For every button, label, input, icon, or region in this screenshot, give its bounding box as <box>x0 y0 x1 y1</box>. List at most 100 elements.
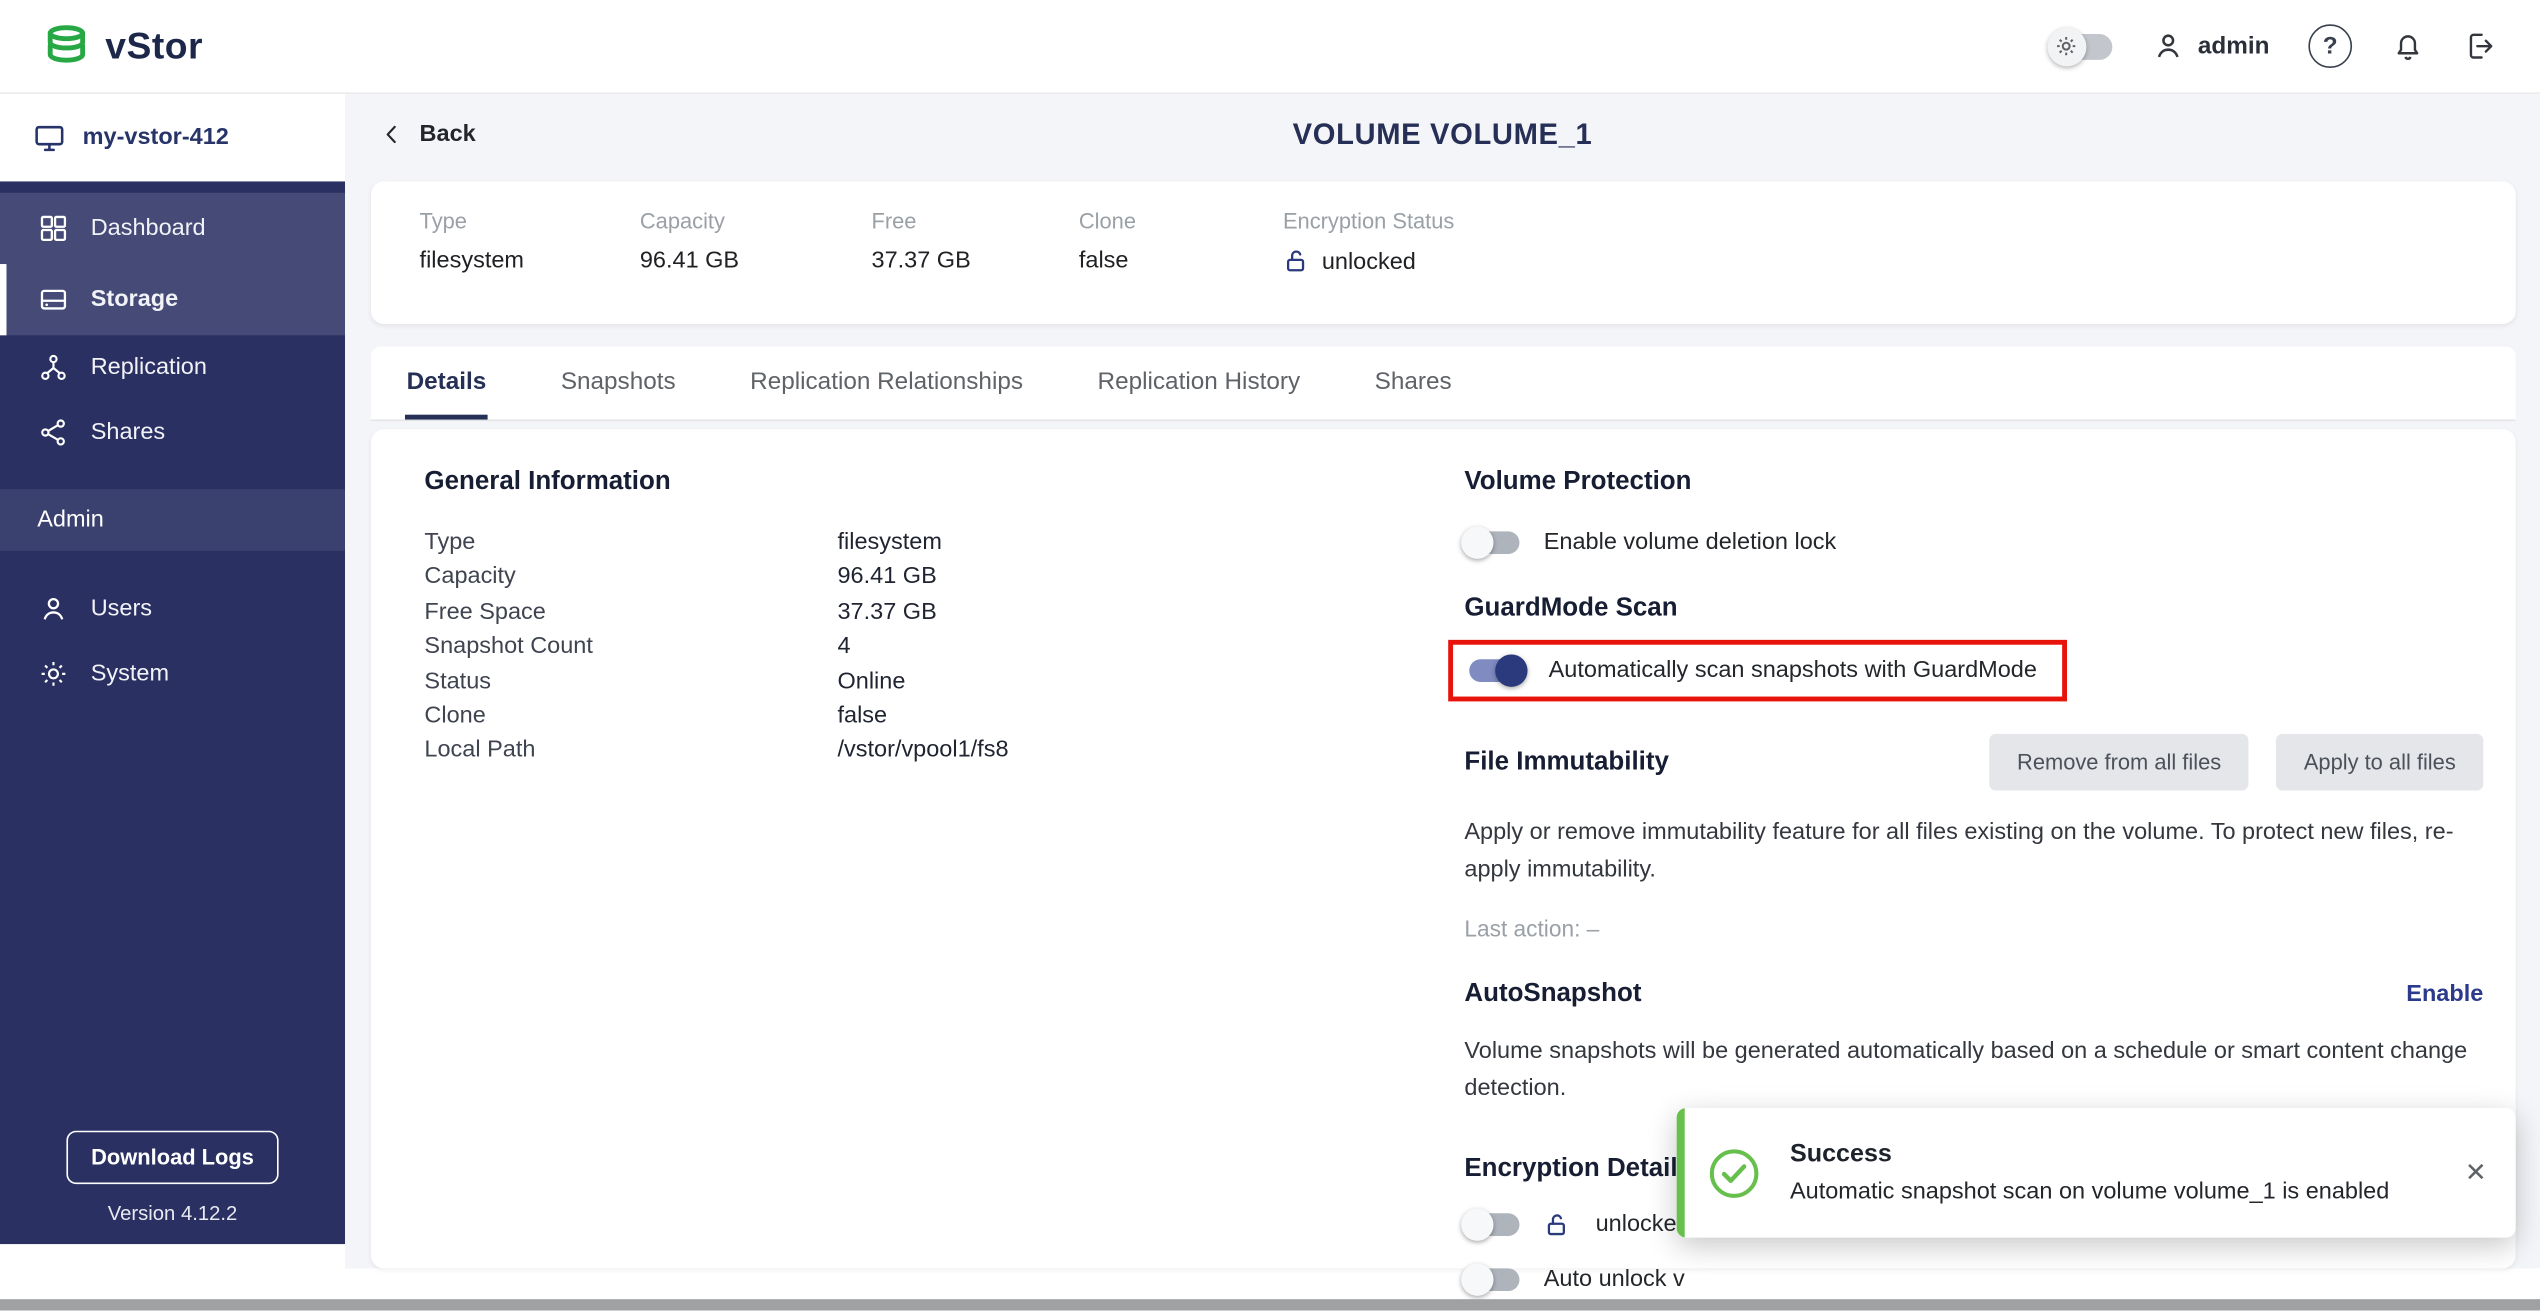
page-header: Back VOLUME VOLUME_1 <box>345 94 2540 175</box>
summary-clone: Clone false <box>1078 208 1137 274</box>
autosnapshot-title: AutoSnapshot <box>1464 979 1642 1008</box>
info-row: Type filesystem <box>424 529 942 556</box>
brand: vStor <box>42 22 203 71</box>
info-row: Local Path/vstor/vpool1/fs8 <box>424 737 1009 764</box>
chevron-left-icon <box>379 121 405 147</box>
tab-details[interactable]: Details <box>404 347 488 420</box>
auto-unlock-row: Auto unlock v <box>1461 1263 2483 1296</box>
summary-capacity: Capacity 96.41 GB <box>639 208 740 274</box>
sidebar-item-label: Storage <box>90 286 179 313</box>
unlock-icon <box>1283 248 1311 276</box>
general-information: General Information Type filesystem Capac… <box>424 468 1412 769</box>
volume-deletion-lock-toggle[interactable] <box>1461 526 1520 559</box>
sidebar-item-label: Shares <box>90 419 166 446</box>
replication-nodes-icon <box>37 352 69 384</box>
version-text: Version 4.12.2 <box>107 1201 238 1225</box>
help-icon: ? <box>2322 32 2338 60</box>
toast-content: Success Automatic snapshot scan on volum… <box>1790 1140 2452 1205</box>
sidebar-item-system[interactable]: System <box>0 641 345 706</box>
sidebar-item-dashboard[interactable]: Dashboard <box>0 192 346 265</box>
info-row: Capacity 96.41 GB <box>424 564 937 591</box>
back-label: Back <box>419 121 476 148</box>
download-logs-button[interactable]: Download Logs <box>66 1130 279 1185</box>
toast-message: Automatic snapshot scan on volume volume… <box>1789 1179 2390 1206</box>
toggle-label: Enable volume deletion lock <box>1543 529 1837 556</box>
brand-name: vStor <box>105 24 203 67</box>
notifications-bell-icon[interactable] <box>2391 29 2425 63</box>
sidebar-item-replication[interactable]: Replication <box>0 335 345 400</box>
file-immutability-title: File Immutability <box>1464 747 1669 776</box>
topbar-actions: admin ? <box>2047 24 2498 69</box>
vstor-logo-icon <box>42 22 91 71</box>
system-gear-icon <box>37 658 69 690</box>
user-menu[interactable]: admin <box>2151 29 2270 63</box>
volume-tabs: Details Snapshots Replication Relationsh… <box>370 346 2516 422</box>
info-row: Snapshot Count 4 <box>424 633 851 660</box>
app-root: vStor admin ? my-vstor-412 Dashboard Sto… <box>0 0 2540 1311</box>
help-button[interactable]: ? <box>2308 24 2353 69</box>
info-row: Clone false <box>424 703 888 730</box>
tab-replication-relationships[interactable]: Replication Relationships <box>749 347 1025 420</box>
volume-protection-title: Volume Protection <box>1464 468 1692 496</box>
annotation-highlight: Automatically scan snapshots with GuardM… <box>1448 639 2068 702</box>
page-title: VOLUME VOLUME_1 <box>1292 117 1593 150</box>
sidebar: my-vstor-412 Dashboard Storage Replicati… <box>0 93 346 1245</box>
apply-to-all-files-button[interactable]: Apply to all files <box>2276 733 2484 791</box>
username: admin <box>2197 32 2270 60</box>
dashboard-grid-icon <box>37 212 69 244</box>
storage-drive-icon <box>37 283 69 315</box>
toggle-label: Automatically scan snapshots with GuardM… <box>1548 657 2037 684</box>
auto-unlock-toggle[interactable] <box>1461 1263 1520 1296</box>
gear-knob-icon <box>2047 26 2087 66</box>
autosnapshot-header: AutoSnapshot Enable <box>1464 980 2483 1009</box>
sidebar-item-label: Dashboard <box>90 215 206 242</box>
main-content: Back VOLUME VOLUME_1 Type filesystem Cap… <box>345 93 2540 1296</box>
encryption-lock-toggle[interactable] <box>1461 1209 1520 1242</box>
users-person-icon <box>37 593 69 625</box>
toast-accent-bar <box>1676 1108 1685 1238</box>
server-selector[interactable]: my-vstor-412 <box>0 93 346 182</box>
sidebar-item-users[interactable]: Users <box>0 577 345 642</box>
toggle-label: unlocked <box>1595 1212 1690 1239</box>
logout-icon[interactable] <box>2464 29 2498 63</box>
autosnapshot-enable-link[interactable]: Enable <box>2406 982 2483 1008</box>
remove-from-all-files-button[interactable]: Remove from all files <box>1989 733 2249 791</box>
back-button[interactable]: Back <box>379 121 476 147</box>
tab-snapshots[interactable]: Snapshots <box>559 347 677 420</box>
horizontal-scrollbar[interactable] <box>0 1299 2540 1311</box>
summary-type: Type filesystem <box>419 208 524 274</box>
check-circle-icon <box>1707 1146 1760 1199</box>
volume-deletion-lock-row: Enable volume deletion lock <box>1461 526 2483 559</box>
sidebar-item-storage[interactable]: Storage <box>0 264 346 336</box>
sidebar-section-admin: Admin <box>0 489 346 551</box>
sidebar-item-label: System <box>90 660 170 687</box>
sidebar-nav: Dashboard Storage Replication Shares <box>0 192 346 465</box>
user-icon <box>2151 29 2185 63</box>
share-icon <box>37 416 69 448</box>
server-monitor-icon <box>32 121 66 155</box>
file-immutability-description: Apply or remove immutability feature for… <box>1464 819 2454 884</box>
toast-title: Success <box>1789 1140 1892 1168</box>
tab-replication-history[interactable]: Replication History <box>1096 347 1302 420</box>
summary-encryption-status: Encryption Status unlocked <box>1282 208 1455 276</box>
last-action-text: Last action: – <box>1464 915 1600 942</box>
sidebar-item-shares[interactable]: Shares <box>0 400 345 465</box>
autosnapshot-description: Volume snapshots will be generated autom… <box>1464 1038 2468 1103</box>
general-information-title: General Information <box>424 468 671 496</box>
toggle-label: Auto unlock v <box>1543 1266 1685 1293</box>
summary-free: Free 37.37 GB <box>871 208 971 274</box>
server-name: my-vstor-412 <box>82 124 229 151</box>
close-icon[interactable]: ✕ <box>2465 1157 2487 1189</box>
sidebar-item-label: Users <box>90 596 153 623</box>
volume-summary-card: Type filesystem Capacity 96.41 GB Free 3… <box>370 181 2516 324</box>
sidebar-item-label: Replication <box>90 354 207 381</box>
guardmode-scan-toggle[interactable] <box>1469 654 1528 687</box>
success-toast: Success Automatic snapshot scan on volum… <box>1676 1108 2516 1238</box>
file-immutability-header: File Immutability Remove from all files … <box>1464 733 2484 791</box>
tab-shares[interactable]: Shares <box>1373 347 1453 420</box>
info-row: Status Online <box>424 668 906 695</box>
guardmode-title: GuardMode Scan <box>1464 594 1678 623</box>
topbar: vStor admin ? <box>0 0 2540 94</box>
theme-toggle[interactable] <box>2047 26 2113 66</box>
sidebar-admin-nav: Users System <box>0 577 345 707</box>
